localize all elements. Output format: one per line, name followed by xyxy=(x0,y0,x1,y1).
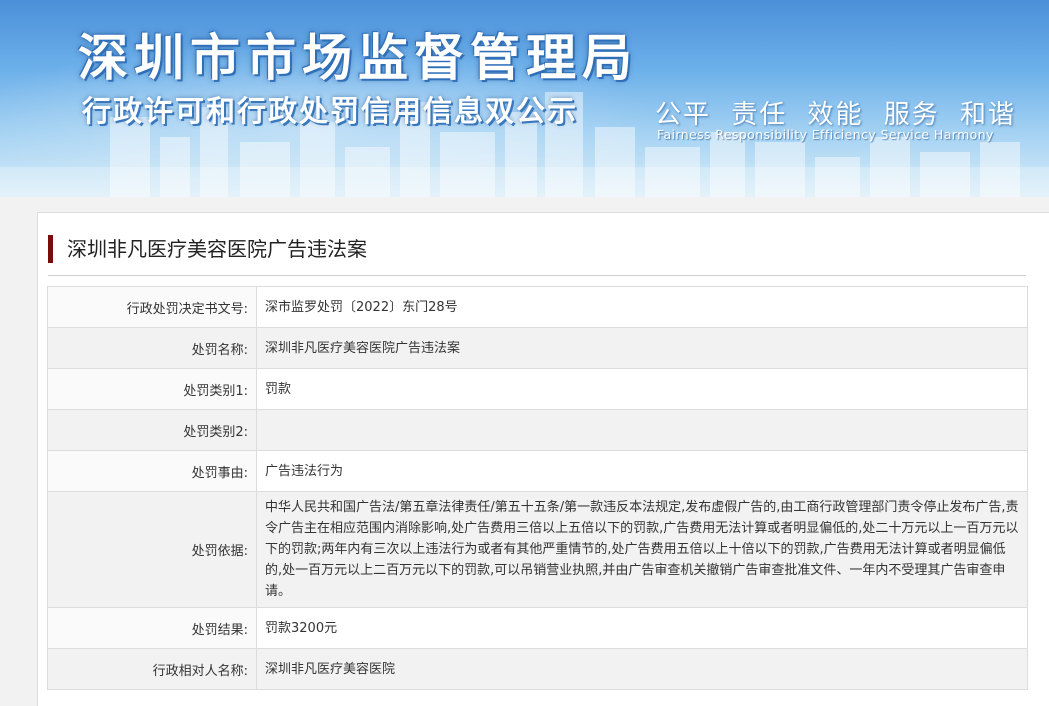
row-value: 深圳非凡医疗美容医院广告违法案 xyxy=(256,327,1028,369)
table-row-penalty-type-2: 处罚类别2: xyxy=(47,409,1028,451)
row-label: 行政处罚决定书文号: xyxy=(47,286,257,328)
slogan-cn: 公平 责任 效能 服务 和谐 xyxy=(655,100,1017,130)
case-detail-panel: 深圳非凡医疗美容医院广告违法案 行政处罚决定书文号: 深市监罗处罚〔2022〕东… xyxy=(37,212,1049,706)
row-label: 处罚事由: xyxy=(47,450,257,492)
row-value xyxy=(256,409,1028,451)
case-title: 深圳非凡医疗美容医院广告违法案 xyxy=(67,237,367,261)
table-row-decision-number: 行政处罚决定书文号: 深市监罗处罚〔2022〕东门28号 xyxy=(47,286,1028,328)
row-label: 处罚类别2: xyxy=(47,409,257,451)
row-value: 深市监罗处罚〔2022〕东门28号 xyxy=(256,286,1028,328)
table-row-penalty-name: 处罚名称: 深圳非凡医疗美容医院广告违法案 xyxy=(47,327,1028,369)
row-value: 罚款 xyxy=(256,368,1028,410)
table-row-penalty-type-1: 处罚类别1: 罚款 xyxy=(47,368,1028,410)
heading-accent-bar xyxy=(48,235,53,263)
case-info-table: 行政处罚决定书文号: 深市监罗处罚〔2022〕东门28号 处罚名称: 深圳非凡医… xyxy=(47,286,1028,690)
site-title: 深圳市市场监督管理局 xyxy=(78,29,638,87)
row-label: 处罚依据: xyxy=(47,491,257,608)
header-banner: 深圳市市场监督管理局 行政许可和行政处罚信用信息双公示 公平 责任 效能 服务 … xyxy=(0,0,1049,197)
row-label: 处罚名称: xyxy=(47,327,257,369)
case-heading: 深圳非凡医疗美容医院广告违法案 xyxy=(48,235,1026,276)
row-value: 罚款3200元 xyxy=(256,607,1028,649)
table-row-penalty-result: 处罚结果: 罚款3200元 xyxy=(47,607,1028,649)
row-label: 行政相对人名称: xyxy=(47,648,257,690)
table-row-counterparty-name: 行政相对人名称: 深圳非凡医疗美容医院 xyxy=(47,648,1028,690)
table-row-penalty-basis: 处罚依据: 中华人民共和国广告法/第五章法律责任/第五十五条/第一款违反本法规定… xyxy=(47,491,1028,608)
table-row-penalty-reason: 处罚事由: 广告违法行为 xyxy=(47,450,1028,492)
row-value: 广告违法行为 xyxy=(256,450,1028,492)
site-subtitle: 行政许可和行政处罚信用信息双公示 xyxy=(82,94,579,128)
row-value: 深圳非凡医疗美容医院 xyxy=(256,648,1028,690)
row-label: 处罚结果: xyxy=(47,607,257,649)
row-value: 中华人民共和国广告法/第五章法律责任/第五十五条/第一款违反本法规定,发布虚假广… xyxy=(256,491,1028,608)
row-label: 处罚类别1: xyxy=(47,368,257,410)
slogan-en: Fairness Responsibility Efficiency Servi… xyxy=(657,127,994,142)
